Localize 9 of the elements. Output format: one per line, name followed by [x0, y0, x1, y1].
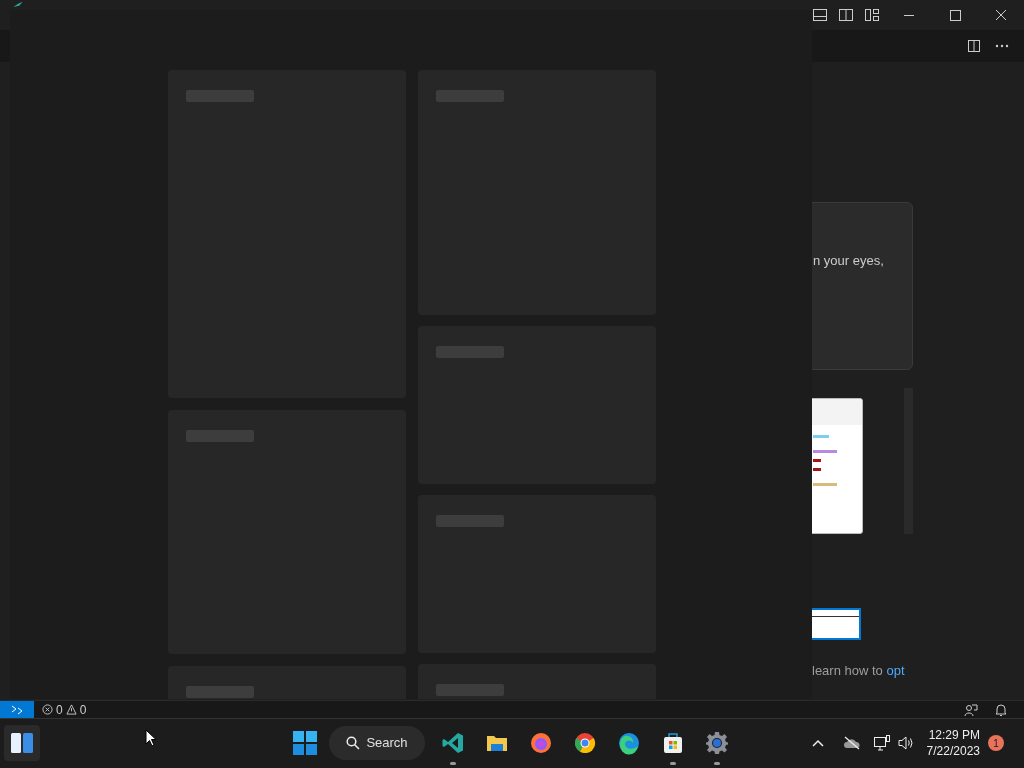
- clock[interactable]: 12:29 PM 7/22/2023: [926, 727, 980, 759]
- notification-badge[interactable]: 1: [988, 735, 1004, 751]
- search-box[interactable]: Search: [329, 726, 425, 760]
- card-text: n your eyes,: [813, 252, 884, 270]
- clock-time: 12:29 PM: [928, 727, 980, 743]
- problems-button[interactable]: 0 0: [42, 700, 87, 719]
- opt-link[interactable]: opt: [886, 663, 905, 678]
- clock-date: 7/22/2023: [926, 743, 980, 759]
- footer-text: learn how to: [812, 663, 883, 678]
